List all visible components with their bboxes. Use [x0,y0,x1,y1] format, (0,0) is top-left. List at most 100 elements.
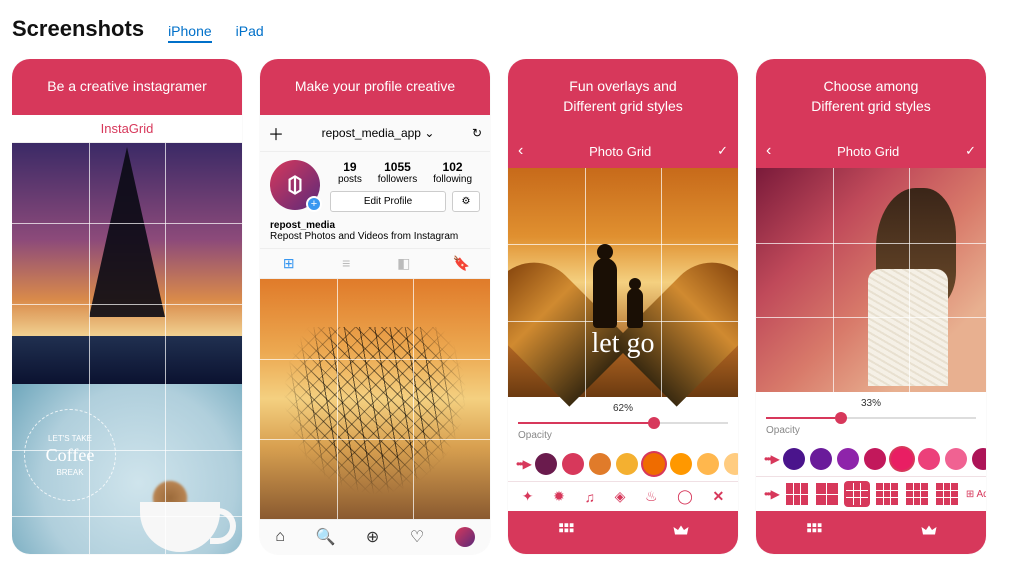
section-title: Screenshots [12,16,144,42]
confirm-icon[interactable]: ✓ [965,143,976,159]
avatar[interactable]: + [270,160,320,210]
activity-icon[interactable]: ♡ [410,527,424,547]
burst-icon[interactable]: ✹ [553,488,565,505]
swatch[interactable] [945,448,967,470]
section-header: Screenshots iPhone iPad [12,16,997,43]
ig-navbar: ＋ repost_media_app ⌄ ↻ [260,115,490,152]
opacity-slider[interactable] [766,413,976,423]
swatch[interactable] [783,448,805,470]
swatch[interactable] [864,448,886,470]
grid-style[interactable] [786,483,808,505]
screenshot-4[interactable]: Choose amongDifferent grid styles ‹ Phot… [756,59,986,554]
tab-grid-icon[interactable]: ⊞ [260,249,318,278]
stat-followers[interactable]: 1055followers [378,160,417,185]
editor-canvas[interactable] [756,168,986,392]
grid-image-eiffel [12,143,242,385]
screenshot-2[interactable]: Make your profile creative ＋ repost_medi… [260,59,490,554]
grid-style-row: •••▶ ⊞ Add [756,476,986,511]
editor-bottom-tabs [508,511,738,554]
color-swatches: •••▶ [508,447,738,481]
new-post-icon[interactable]: ⊕ [366,527,379,547]
swatch-selected[interactable] [643,453,665,475]
history-icon[interactable]: ↻ [472,126,482,140]
back-icon[interactable]: ‹ [518,142,523,160]
caption: Make your profile creative [260,59,490,115]
ig-tabbar: ⌂ 🔍 ⊕ ♡ [260,519,490,554]
grid-style[interactable] [816,483,838,505]
opacity-slider[interactable] [518,418,728,428]
sparkle-icon[interactable]: ✦ [522,488,534,505]
close-icon[interactable]: ✕ [712,488,724,505]
slider-label: Opacity [766,425,976,436]
tab-ipad[interactable]: iPad [236,23,264,43]
swatch[interactable] [972,448,986,470]
grid-style[interactable] [936,483,958,505]
swatch[interactable] [616,453,638,475]
grid-style[interactable] [876,483,898,505]
expand-left-icon[interactable]: •••▶ [516,457,530,471]
expand-left-icon[interactable]: •••▶ [764,452,778,466]
editor-bottom-tabs [756,511,986,554]
caption: Be a creative instagramer [12,59,242,115]
profile-view-tabs: ⊞ ≡ ◧ 🔖 [260,248,490,279]
tab-saved-icon[interactable]: 🔖 [433,249,491,278]
screenshot-1[interactable]: Be a creative instagramer InstaGrid [12,59,242,554]
profile-tab-icon[interactable] [455,527,475,547]
editor-header: ‹ Photo Grid ✓ [508,134,738,168]
crown-tab-icon[interactable] [871,511,986,554]
swatch[interactable] [810,448,832,470]
coffee-badge: LET'S TAKE Coffee BREAK [24,409,116,501]
crown-tab-icon[interactable] [623,511,738,554]
tab-iphone[interactable]: iPhone [168,23,212,43]
editor-canvas[interactable]: let go [508,168,738,397]
swatch[interactable] [535,453,557,475]
swatch-selected[interactable] [891,448,913,470]
back-icon[interactable]: ‹ [766,142,771,160]
caption: Choose amongDifferent grid styles [756,59,986,134]
app-title: InstaGrid [12,115,242,143]
overlay-icons-row: ✦ ✹ ♫ ◈ ♨ ◯ ✕ [508,481,738,511]
add-story-badge[interactable]: + [306,196,322,212]
confirm-icon[interactable]: ✓ [717,143,728,159]
swatch[interactable] [670,453,692,475]
swatch[interactable] [724,453,738,475]
grid-tab-icon[interactable] [756,511,871,554]
music-icon[interactable]: ♫ [584,489,595,505]
swatch[interactable] [697,453,719,475]
slider-value: 33% [766,398,976,409]
grill-icon[interactable]: ♨ [645,488,658,505]
screenshot-3[interactable]: Fun overlays andDifferent grid styles ‹ … [508,59,738,554]
add-user-icon[interactable]: ＋ [268,121,284,145]
tab-tagged-icon[interactable]: ◧ [375,249,433,278]
stat-following[interactable]: 102following [433,160,472,185]
search-icon[interactable]: 🔍 [315,527,335,547]
grid-tab-icon[interactable] [508,511,623,554]
grid-style[interactable] [906,483,928,505]
caption: Fun overlays andDifferent grid styles [508,59,738,134]
tab-list-icon[interactable]: ≡ [318,249,376,278]
screenshot-gallery[interactable]: Be a creative instagramer InstaGrid [12,59,997,564]
diamond-icon[interactable]: ◈ [615,488,626,505]
add-grid-button[interactable]: ⊞ Add [966,489,986,500]
ring-icon[interactable]: ◯ [677,488,693,505]
swatch[interactable] [562,453,584,475]
editor-header: ‹ Photo Grid ✓ [756,134,986,168]
girl-image [856,179,976,392]
editor-title: Photo Grid [589,144,651,159]
slider-value: 62% [518,403,728,414]
home-icon[interactable]: ⌂ [275,528,285,546]
swatch[interactable] [837,448,859,470]
settings-button[interactable]: ⚙ [452,191,480,212]
silhouette [583,238,663,328]
profile-bio: repost_media Repost Photos and Videos fr… [260,220,490,248]
swatch[interactable] [918,448,940,470]
expand-left-icon[interactable]: •••▶ [764,487,778,501]
grid-style-selected[interactable] [846,483,868,505]
stat-posts[interactable]: 19posts [338,160,362,185]
overlay-text: let go [508,328,738,360]
profile-grid-image [260,279,490,519]
profile-handle[interactable]: repost_media_app ⌄ [322,126,435,140]
swatch[interactable] [589,453,611,475]
color-swatches: •••▶ [756,442,986,476]
edit-profile-button[interactable]: Edit Profile [330,191,446,212]
